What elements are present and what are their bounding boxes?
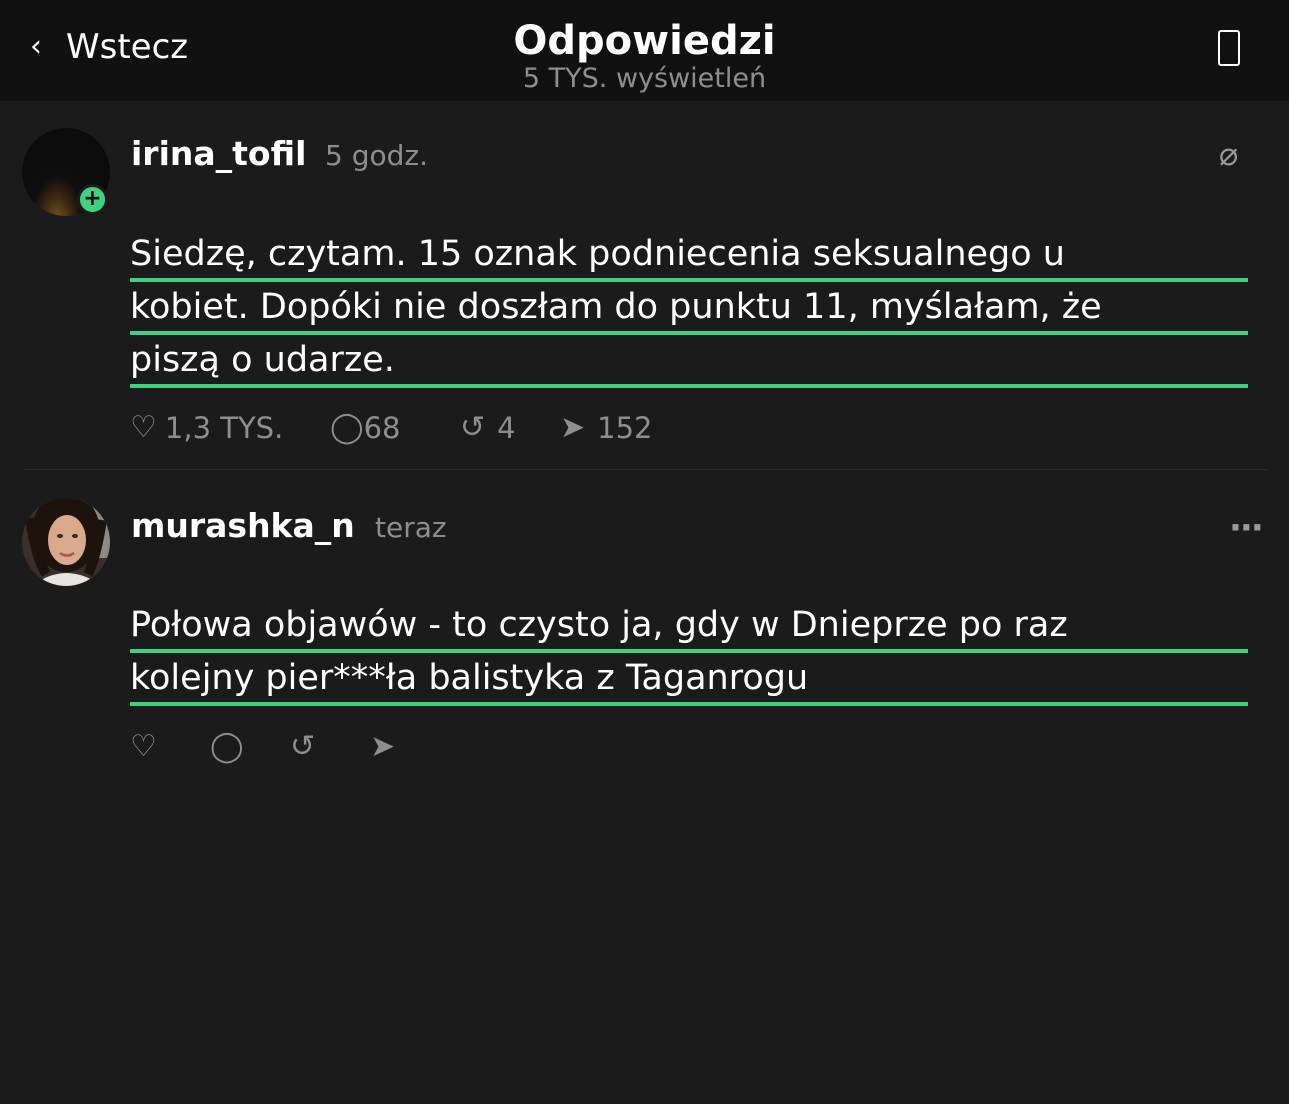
repost-count: 4 (497, 411, 516, 445)
comment-button[interactable]: ◯ (210, 727, 244, 767)
more-options-icon[interactable]: ··· (1229, 508, 1264, 548)
text-highlight-underline (130, 702, 1248, 706)
send-icon: ➤ (560, 410, 586, 445)
heart-icon: ♡ (130, 410, 157, 445)
share-button[interactable]: ➤ (370, 727, 395, 767)
post-username[interactable]: irina_tofil (131, 134, 306, 174)
comment-button[interactable]: ◯ 68 (330, 408, 400, 448)
comment-count: 68 (363, 411, 401, 445)
post-text-line: kobiet. Dopóki nie doszłam do punktu 11,… (130, 287, 1102, 327)
repost-button[interactable]: ↺ 4 (460, 408, 516, 448)
post-time: 5 godz. (325, 139, 428, 172)
post-text-line: piszą o udarze. (130, 340, 395, 380)
post-username[interactable]: murashka_n (131, 506, 355, 546)
post-text-line: Siedzę, czytam. 15 oznak podniecenia sek… (130, 234, 1065, 274)
title-block: Odpowiedzi 5 TYS. wyświetleń (0, 18, 1289, 94)
repost-icon: ↺ (290, 729, 316, 764)
repost-icon: ↺ (460, 410, 486, 445)
send-icon: ➤ (370, 729, 396, 764)
share-count: 152 (597, 411, 653, 445)
page-title: Odpowiedzi (513, 18, 776, 64)
like-button[interactable]: ♡ (130, 727, 157, 767)
avatar[interactable] (22, 498, 110, 586)
like-count: 1,3 TYS. (164, 411, 284, 445)
like-button[interactable]: ♡ 1,3 TYS. (130, 408, 283, 448)
device-frame-icon[interactable] (1218, 30, 1240, 66)
comment-bubble-icon: ◯ (210, 729, 244, 764)
heart-icon: ♡ (130, 729, 157, 764)
post-divider (24, 469, 1267, 470)
post-text-line: kolejny pier***ła balistyka z Taganrogu (130, 658, 809, 698)
top-bar: ‹ Wstecz Odpowiedzi 5 TYS. wyświetleń (0, 0, 1289, 101)
repost-button[interactable]: ↺ (290, 727, 315, 767)
comment-bubble-icon: ◯ (330, 410, 364, 445)
user-photo-icon (22, 498, 110, 586)
text-highlight-underline (130, 384, 1248, 388)
post-time: teraz (375, 511, 447, 544)
not-interested-icon[interactable]: ⌀ (1219, 134, 1238, 174)
post-text-line: Połowa objawów - to czysto ja, gdy w Dni… (130, 605, 1068, 645)
follow-plus-icon[interactable]: + (77, 184, 108, 215)
view-count: 5 TYS. wyświetleń (522, 63, 767, 94)
share-button[interactable]: ➤ 152 (560, 408, 653, 448)
